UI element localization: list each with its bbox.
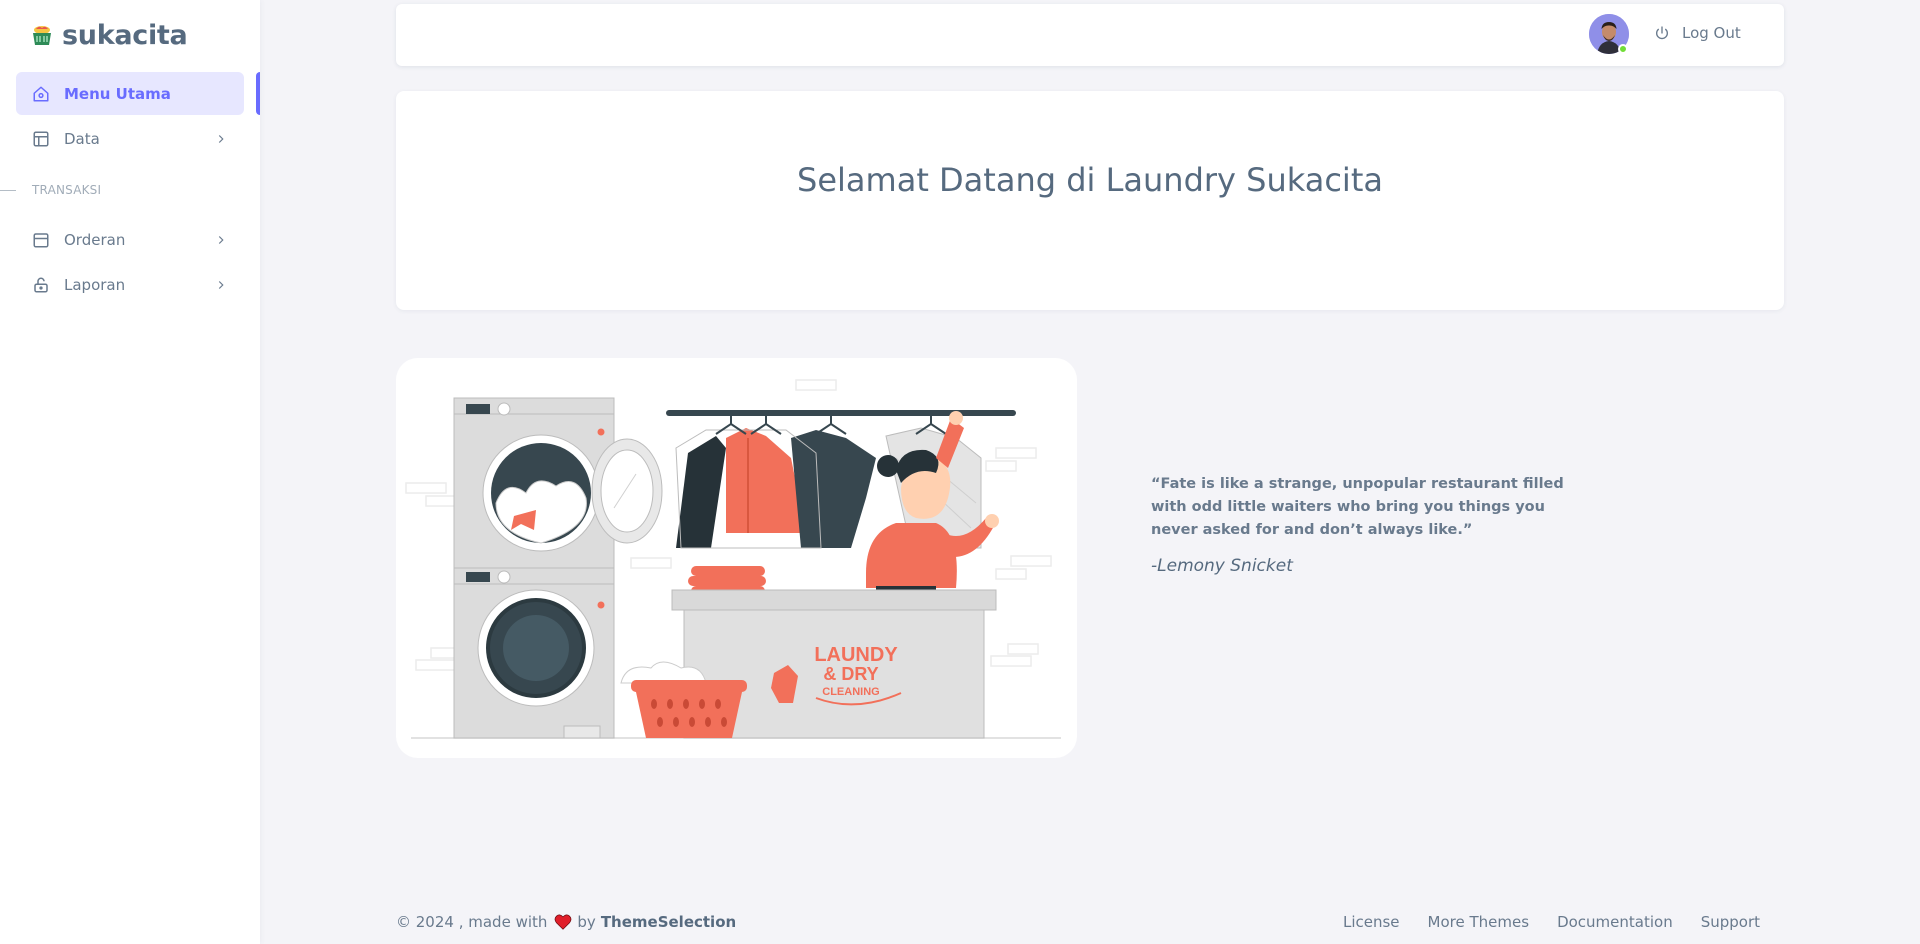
welcome-card: Selamat Datang di Laundry Sukacita [396, 91, 1784, 310]
sign-line-3: CLEANING [822, 686, 879, 698]
calendar-icon [33, 232, 49, 247]
footer-link-license[interactable]: License [1343, 913, 1400, 931]
sidebar-item-orderan[interactable]: Orderan [16, 218, 244, 261]
footer-link-more-themes[interactable]: More Themes [1428, 913, 1530, 931]
brand-logo[interactable]: sukacita [0, 0, 260, 70]
welcome-title: Selamat Datang di Laundry Sukacita [797, 161, 1383, 199]
top-navbar: Log Out [396, 4, 1784, 66]
sidebar: sukacita Menu Utama Data TRANSAKSI Order… [0, 0, 260, 944]
sidebar-menu-transaksi: Orderan Laporan [0, 218, 260, 306]
lock-icon [34, 277, 48, 292]
sidebar-item-label: Menu Utama [64, 84, 171, 103]
online-status-dot [1618, 44, 1628, 54]
home-icon [33, 86, 49, 101]
layout-icon [33, 131, 49, 146]
sidebar-item-label: Data [64, 129, 100, 148]
company-link[interactable]: ThemeSelection [601, 913, 736, 931]
laundry-basket-icon [33, 26, 51, 45]
logout-label: Log Out [1682, 24, 1741, 42]
laundry-illustration: LAUNDY & DRY CLEANING [396, 358, 1077, 758]
by-text: by [577, 913, 596, 931]
footer-link-support[interactable]: Support [1701, 913, 1760, 931]
copyright-text: © 2024 , made with [396, 913, 548, 931]
active-indicator [256, 72, 260, 115]
chevron-right-icon [218, 134, 224, 143]
power-icon [1656, 26, 1668, 40]
sign-line-1: LAUNDY [814, 644, 898, 666]
sign-line-2: & DRY [823, 664, 878, 684]
footer-links: License More Themes Documentation Suppor… [1343, 913, 1760, 931]
sidebar-item-data[interactable]: Data [16, 117, 244, 160]
chevron-right-icon [218, 235, 224, 244]
menu-section-header: TRANSAKSI [0, 164, 260, 216]
heart-icon [555, 914, 572, 930]
sidebar-menu: Menu Utama Data [0, 72, 260, 160]
sidebar-item-menu-utama[interactable]: Menu Utama [16, 72, 260, 115]
chevron-right-icon [218, 280, 224, 289]
footer-link-documentation[interactable]: Documentation [1557, 913, 1673, 931]
sidebar-item-laporan[interactable]: Laporan [16, 263, 244, 306]
sidebar-item-label: Laporan [64, 275, 126, 294]
brand-name: sukacita [62, 19, 188, 51]
quote-text: “Fate is like a strange, unpopular resta… [1151, 476, 1564, 538]
sidebar-item-label: Orderan [64, 230, 126, 249]
laundry-scene: LAUNDY & DRY CLEANING [405, 379, 1061, 739]
footer-copyright: © 2024 , made with by ThemeSelection [396, 913, 736, 931]
quote-author: -Lemony Snicket [1151, 556, 1293, 576]
quote-block: “Fate is like a strange, unpopular resta… [1151, 473, 1591, 576]
logout-button[interactable]: Log Out [1654, 24, 1741, 42]
